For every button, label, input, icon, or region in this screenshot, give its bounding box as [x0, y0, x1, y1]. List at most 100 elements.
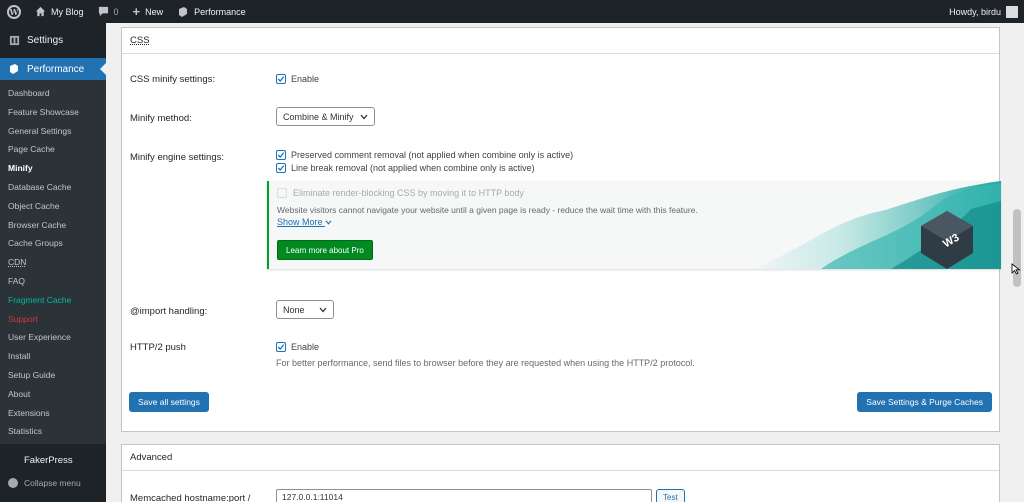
settings-icon: [8, 34, 20, 46]
panel-heading: CSS: [122, 28, 999, 54]
submenu-about[interactable]: About: [0, 385, 106, 404]
memcached-hostname-label: Memcached hostname:port /: [130, 493, 251, 502]
checkmark-icon: [277, 152, 285, 158]
promo-title: Eliminate render-blocking CSS by moving …: [293, 188, 524, 198]
new-content-link[interactable]: + New: [126, 0, 171, 23]
performance-submenu: Dashboard Feature Showcase General Setti…: [0, 80, 106, 445]
save-all-settings-button[interactable]: Save all settings: [129, 392, 209, 412]
performance-icon: [8, 63, 20, 75]
show-more-label: Show More: [277, 217, 323, 227]
performance-label: Performance: [194, 6, 246, 17]
sidebar-item-fakerpress[interactable]: FakerPress: [0, 447, 106, 473]
enable-label: Enable: [291, 74, 320, 84]
submenu-feature-showcase[interactable]: Feature Showcase: [0, 103, 106, 122]
checkmark-icon: [277, 76, 285, 82]
avatar: [1006, 5, 1018, 18]
submenu-extensions[interactable]: Extensions: [0, 404, 106, 423]
learn-more-pro-button[interactable]: Learn more about Pro: [277, 240, 373, 260]
home-icon: [35, 6, 46, 17]
eliminate-render-blocking-checkbox: [277, 188, 287, 198]
select-value: Combine & Minify: [283, 111, 354, 122]
submenu-minify[interactable]: Minify: [0, 159, 106, 178]
submenu-cdn[interactable]: CDN: [0, 253, 106, 272]
submenu-statistics[interactable]: Statistics: [0, 422, 106, 441]
import-handling-field: None: [276, 300, 334, 319]
panel-heading: Advanced: [122, 445, 999, 471]
select-value: None: [283, 304, 305, 315]
save-purge-caches-button[interactable]: Save Settings & Purge Caches: [857, 392, 992, 412]
import-handling-label: @import handling:: [130, 306, 208, 317]
preserved-comment-checkbox[interactable]: [276, 150, 286, 160]
memcached-hostname-input[interactable]: 127.0.0.1:11014: [276, 489, 652, 502]
sidebar-item-label: Performance: [27, 63, 85, 75]
chevron-down-icon: [319, 307, 327, 312]
collapse-menu-button[interactable]: Collapse menu: [0, 473, 106, 493]
submenu-database-cache[interactable]: Database Cache: [0, 178, 106, 197]
main-content: CSS CSS minify settings: Enable Minify m…: [106, 23, 1024, 502]
pro-feature-promo: Eliminate render-blocking CSS by moving …: [267, 181, 1001, 269]
show-more-link[interactable]: Show More: [277, 217, 332, 227]
submenu-dashboard[interactable]: Dashboard: [0, 84, 106, 103]
submenu-fragment-cache[interactable]: Fragment Cache: [0, 291, 106, 310]
chevron-down-icon: [325, 220, 332, 225]
performance-adminbar-link[interactable]: Performance: [170, 0, 253, 23]
http2-push-label: HTTP/2 push: [130, 342, 186, 353]
css-minify-settings-label: CSS minify settings:: [130, 74, 215, 85]
preserved-comment-field: Preserved comment removal (not applied w…: [276, 150, 573, 160]
mouse-cursor-icon: [1011, 263, 1021, 275]
submenu-object-cache[interactable]: Object Cache: [0, 197, 106, 216]
line-break-field: Line break removal (not applied when com…: [276, 163, 535, 173]
admin-bar: W My Blog 0 + New Performance Howdy, bir…: [0, 0, 1024, 23]
submenu-user-experience[interactable]: User Experience: [0, 328, 106, 347]
admin-sidebar: Settings Performance Dashboard Feature S…: [0, 23, 106, 502]
promo-description: Website visitors cannot navigate your we…: [277, 205, 698, 215]
promo-title-row: Eliminate render-blocking CSS by moving …: [277, 188, 524, 198]
minify-method-select[interactable]: Combine & Minify: [276, 107, 375, 126]
http2-description: For better performance, send files to br…: [276, 358, 695, 368]
memcached-test-button[interactable]: Test: [656, 489, 685, 502]
scrollbar-thumb[interactable]: [1013, 209, 1021, 287]
checkmark-icon: [277, 344, 285, 350]
css-minify-enable-checkbox[interactable]: [276, 74, 286, 84]
sidebar-item-performance[interactable]: Performance: [0, 58, 106, 80]
submenu-browser-cache[interactable]: Browser Cache: [0, 216, 106, 235]
submenu-faq[interactable]: FAQ: [0, 272, 106, 291]
new-label: New: [145, 6, 164, 17]
submenu-install[interactable]: Install: [0, 347, 106, 366]
performance-icon: [179, 6, 188, 17]
sidebar-item-settings[interactable]: Settings: [0, 23, 106, 57]
site-name: My Blog: [51, 6, 84, 17]
advanced-settings-panel: Advanced Memcached hostname:port / 127.0…: [121, 444, 1000, 502]
css-heading: CSS: [130, 35, 150, 46]
submenu-support[interactable]: Support: [0, 310, 106, 329]
submenu-page-cache[interactable]: Page Cache: [0, 140, 106, 159]
w3-promo-artwork: [751, 181, 1001, 269]
checkmark-icon: [277, 165, 285, 171]
comment-icon: [98, 6, 108, 17]
site-name-link[interactable]: My Blog: [28, 0, 91, 23]
comments-link[interactable]: 0: [91, 0, 126, 23]
wordpress-menu[interactable]: W: [0, 0, 28, 23]
http2-enable-field: Enable: [276, 342, 319, 352]
comments-count: 0: [113, 6, 119, 17]
minify-method-field: Combine & Minify: [276, 107, 375, 126]
collapse-label: Collapse menu: [24, 478, 81, 489]
advanced-heading: Advanced: [130, 452, 173, 463]
sidebar-item-label: Settings: [27, 34, 64, 46]
submenu-setup-guide[interactable]: Setup Guide: [0, 366, 106, 385]
wordpress-logo-icon: W: [7, 4, 21, 19]
line-break-checkbox[interactable]: [276, 163, 286, 173]
minify-method-label: Minify method:: [130, 113, 192, 124]
account-menu[interactable]: Howdy, birdu: [949, 5, 1024, 18]
submenu-cache-groups[interactable]: Cache Groups: [0, 234, 106, 253]
plus-icon: +: [132, 4, 141, 19]
css-settings-panel: CSS CSS minify settings: Enable Minify m…: [121, 27, 1001, 432]
preserved-comment-label: Preserved comment removal (not applied w…: [291, 150, 574, 160]
howdy-text: Howdy, birdu: [949, 6, 1001, 17]
import-handling-select[interactable]: None: [276, 300, 334, 319]
submenu-general-settings[interactable]: General Settings: [0, 122, 106, 141]
minify-engine-label: Minify engine settings:: [130, 152, 224, 163]
chevron-down-icon: [360, 114, 368, 119]
http2-push-checkbox[interactable]: [276, 342, 286, 352]
css-minify-enable-field: Enable: [276, 74, 319, 84]
